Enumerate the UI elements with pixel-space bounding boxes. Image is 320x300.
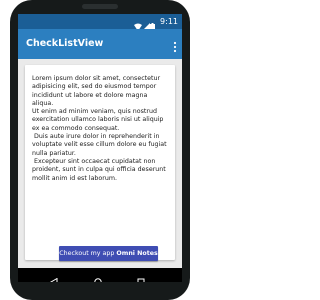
app-bar: CheckListView [18,29,182,59]
navigation-bar [18,268,182,282]
recents-icon[interactable] [137,271,145,282]
phone-frame: 9:11 CheckListView Lorem ipsum dolor sit… [10,0,190,300]
status-bar: 9:11 [18,14,182,32]
button-label-app-name: Omni Notes [116,250,158,257]
checkout-omni-notes-button[interactable]: Checkout my app Omni Notes [59,246,158,261]
device-screen: 9:11 CheckListView Lorem ipsum dolor sit… [18,14,182,282]
content-card: Lorem ipsum dolor sit amet, consectetur … [25,65,175,261]
more-vert-icon[interactable] [172,38,178,53]
home-icon[interactable] [94,271,102,282]
app-title: CheckListView [26,38,104,49]
button-label-prefix: Checkout my app [59,250,117,257]
status-time: 9:11 [160,17,178,26]
speaker-grille [82,4,118,9]
back-icon[interactable] [50,271,58,282]
lorem-ipsum-text: Lorem ipsum dolor sit amet, consectetur … [32,75,167,182]
